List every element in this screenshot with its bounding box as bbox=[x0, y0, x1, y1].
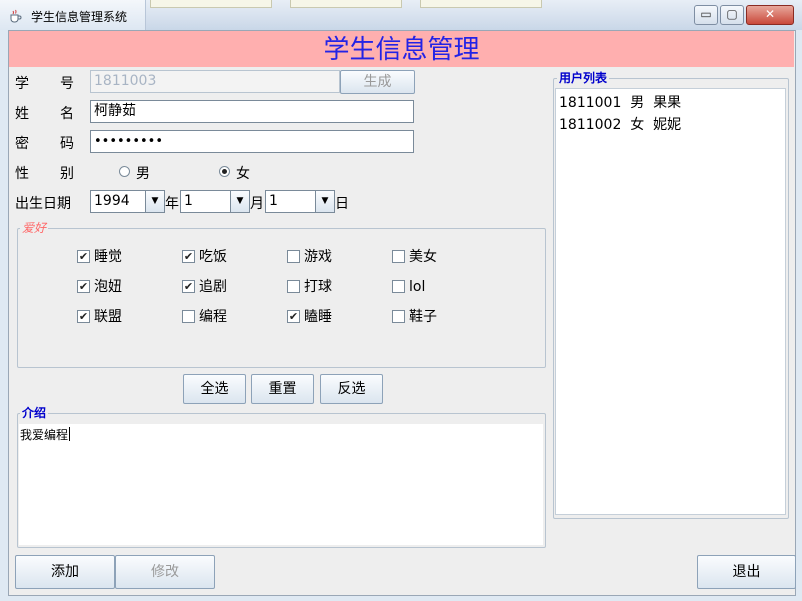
userlist-title: 用户列表 bbox=[557, 71, 610, 85]
close-icon: ✕ bbox=[764, 7, 776, 21]
background-taskbar-strip bbox=[150, 0, 550, 8]
hobby-checkbox[interactable]: ✔ bbox=[77, 280, 90, 293]
reset-button[interactable]: 重置 bbox=[251, 374, 314, 404]
generate-button[interactable]: 生成 bbox=[340, 70, 415, 94]
hobby-checkbox[interactable]: ✔ bbox=[182, 250, 195, 263]
hobby-label[interactable]: 游戏 bbox=[304, 249, 332, 265]
text-cursor bbox=[69, 427, 70, 441]
chevron-down-icon[interactable]: ▼ bbox=[315, 191, 334, 212]
hobby-label[interactable]: 泡妞 bbox=[94, 279, 122, 295]
hobby-label[interactable]: lol bbox=[409, 279, 425, 295]
password-field[interactable]: ••••••••• bbox=[90, 130, 414, 153]
hobby-label[interactable]: 联盟 bbox=[94, 309, 122, 325]
radio-selected-dot bbox=[222, 169, 227, 174]
invert-selection-button[interactable]: 反选 bbox=[320, 374, 383, 404]
user-list[interactable]: 1811001 男 果果 1811002 女 妮妮 bbox=[555, 88, 786, 515]
header-banner: 学生信息管理 bbox=[9, 31, 794, 67]
java-cup-icon bbox=[8, 9, 22, 23]
gender-female-radio[interactable] bbox=[219, 166, 230, 177]
hobby-checkbox[interactable] bbox=[287, 280, 300, 293]
birth-day-select[interactable]: 1 ▼ bbox=[265, 190, 335, 213]
minimize-icon: ▭ bbox=[700, 7, 712, 21]
birth-year-value: 1994 bbox=[94, 193, 130, 209]
maximize-button[interactable]: ▢ bbox=[720, 5, 744, 25]
month-unit-label: 月 bbox=[250, 196, 264, 212]
minimize-button[interactable]: ▭ bbox=[694, 5, 718, 25]
intro-text: 我爱编程 bbox=[20, 428, 69, 442]
list-item[interactable]: 1811002 女 妮妮 bbox=[559, 114, 681, 134]
student-id-field[interactable]: 1811003 bbox=[90, 70, 340, 93]
hobby-checkbox[interactable] bbox=[392, 280, 405, 293]
name-field[interactable]: 柯静茹 bbox=[90, 100, 414, 123]
hobby-checkbox[interactable] bbox=[392, 250, 405, 263]
year-unit-label: 年 bbox=[165, 196, 179, 212]
hobby-label[interactable]: 睡觉 bbox=[94, 249, 122, 265]
hobby-label[interactable]: 编程 bbox=[199, 309, 227, 325]
hobby-checkbox[interactable] bbox=[182, 310, 195, 323]
birth-day-value: 1 bbox=[269, 193, 278, 209]
chevron-down-icon[interactable]: ▼ bbox=[145, 191, 164, 212]
chevron-down-icon[interactable]: ▼ bbox=[230, 191, 249, 212]
hobby-checkbox[interactable] bbox=[392, 310, 405, 323]
close-button[interactable]: ✕ bbox=[746, 5, 794, 25]
intro-title: 介绍 bbox=[20, 406, 49, 420]
intro-textarea[interactable]: 我爱编程 bbox=[19, 424, 543, 545]
hobby-checkbox[interactable]: ✔ bbox=[77, 310, 90, 323]
gender-male-label[interactable]: 男 bbox=[136, 163, 150, 183]
list-item[interactable]: 1811001 男 果果 bbox=[559, 92, 681, 112]
gender-male-radio[interactable] bbox=[119, 166, 130, 177]
edit-button[interactable]: 修改 bbox=[115, 555, 215, 589]
birth-month-select[interactable]: 1 ▼ bbox=[180, 190, 250, 213]
hobby-checkbox[interactable]: ✔ bbox=[287, 310, 300, 323]
gender-label: 性别 bbox=[15, 166, 105, 182]
hobby-label[interactable]: 吃饭 bbox=[199, 249, 227, 265]
gender-female-label[interactable]: 女 bbox=[236, 163, 250, 183]
birth-month-value: 1 bbox=[184, 193, 193, 209]
hobby-checkbox[interactable]: ✔ bbox=[77, 250, 90, 263]
hobby-label[interactable]: 追剧 bbox=[199, 279, 227, 295]
exit-button[interactable]: 退出 bbox=[697, 555, 796, 589]
hobby-label[interactable]: 打球 bbox=[304, 279, 332, 295]
hobby-checkbox[interactable]: ✔ bbox=[182, 280, 195, 293]
select-all-button[interactable]: 全选 bbox=[183, 374, 246, 404]
birthdate-label: 出生日期 bbox=[15, 196, 71, 212]
hobby-label[interactable]: 鞋子 bbox=[409, 309, 437, 325]
hobby-label[interactable]: 瞌睡 bbox=[304, 309, 332, 325]
window-title: 学生信息管理系统 bbox=[31, 10, 128, 24]
day-unit-label: 日 bbox=[335, 196, 349, 212]
hobby-label[interactable]: 美女 bbox=[409, 249, 437, 265]
maximize-icon: ▢ bbox=[726, 7, 738, 21]
add-button[interactable]: 添加 bbox=[15, 555, 115, 589]
birth-year-select[interactable]: 1994 ▼ bbox=[90, 190, 165, 213]
page-title: 学生信息管理 bbox=[323, 35, 480, 65]
hobbies-title: 爱好 bbox=[20, 221, 49, 235]
hobby-checkbox[interactable] bbox=[287, 250, 300, 263]
